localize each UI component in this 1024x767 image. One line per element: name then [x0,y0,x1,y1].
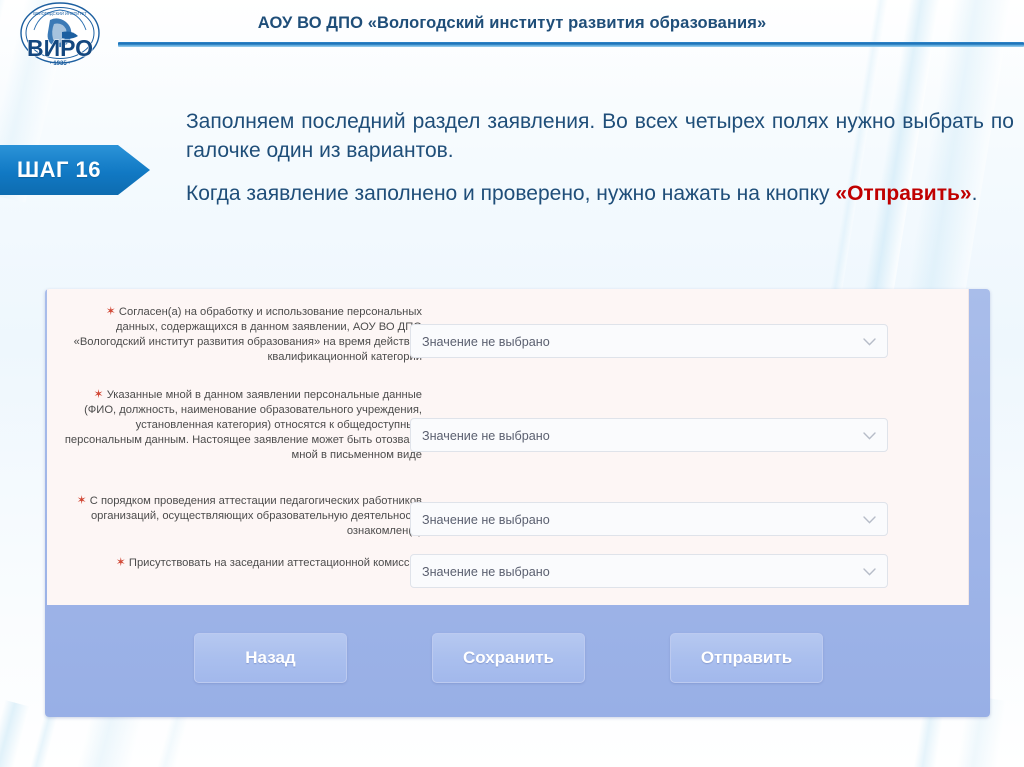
step-badge-label: ШАГ 16 [16,157,102,182]
form-label: ✶ Присутствовать на заседании аттестацио… [62,556,422,571]
back-button[interactable]: Назад [194,633,347,683]
form-action-bar: Назад Сохранить Отправить [47,605,968,717]
chevron-down-icon [863,432,876,440]
application-screenshot: ✶ Согласен(а) на обработку и использован… [45,289,990,717]
select-consent-personal-data[interactable]: Значение не выбрано [410,324,888,358]
page-title: АОУ ВО ДПО «Вологодский институт развити… [257,14,767,32]
select-value: Значение не выбрано [422,429,550,443]
submit-button[interactable]: Отправить [670,633,823,683]
slide-root: АОУ ВО ДПО «Вологодский институт развити… [0,0,1024,767]
chevron-down-icon [863,568,876,576]
svg-text:· 1935 ·: · 1935 · [50,61,71,67]
select-value: Значение не выбрано [422,565,550,579]
chevron-down-icon [863,516,876,524]
form-label-text: Указанные мной в данном заявлении персон… [64,389,422,461]
form-row: ✶ Присутствовать на заседании аттестацио… [47,554,968,602]
intro-paragraph-2-prefix: Когда заявление заполнено и проверено, н… [186,181,836,205]
submit-button-mention: «Отправить» [835,181,972,205]
form-row: ✶ Согласен(а) на обработку и использован… [47,297,968,383]
intro-paragraph-1: Заполняем последний раздел заявления. Во… [186,110,1014,162]
svg-text:ВИРО: ВИРО [27,35,93,61]
required-asterisk-icon: ✶ [93,387,104,401]
intro-paragraph-2: Когда заявление заполнено и проверено, н… [186,180,1014,209]
form-label: ✶ Согласен(а) на обработку и использован… [62,305,422,365]
form-label-text: С порядком проведения аттестации педагог… [89,495,422,537]
form-label-text: Присутствовать на заседании аттестационн… [128,557,422,569]
required-asterisk-icon: ✶ [76,493,87,507]
select-public-personal-data[interactable]: Значение не выбрано [410,418,888,452]
select-value: Значение не выбрано [422,513,550,527]
form-label: ✶ Указанные мной в данном заявлении перс… [62,388,422,463]
chevron-down-icon [863,338,876,346]
form-row: ✶ С порядком проведения аттестации педаг… [47,492,968,548]
intro-text-block: Заполняем последний раздел заявления. Во… [186,108,1014,209]
step-badge: ШАГ 16 [0,145,150,195]
required-asterisk-icon: ✶ [105,304,116,318]
svg-text:ВОЛОГОДСКИЙ ИНСТИТУТ: ВОЛОГОДСКИЙ ИНСТИТУТ [33,11,87,16]
viro-logo-icon: ВОЛОГОДСКИЙ ИНСТИТУТ ВИРО · 1935 · [6,2,114,68]
form-row: ✶ Указанные мной в данном заявлении перс… [47,386,968,484]
select-value: Значение не выбрано [422,335,550,349]
header-divider [118,42,1024,47]
form-label-text: Согласен(а) на обработку и использование… [73,306,422,363]
save-button[interactable]: Сохранить [432,633,585,683]
slide-header: АОУ ВО ДПО «Вологодский институт развити… [0,0,1024,47]
form-label: ✶ С порядком проведения аттестации педаг… [62,494,422,539]
intro-paragraph-2-suffix: . [971,181,978,205]
select-attestation-procedure[interactable]: Значение не выбрано [410,502,888,536]
required-asterisk-icon: ✶ [115,555,126,569]
consent-form-panel: ✶ Согласен(а) на обработку и использован… [47,289,969,605]
select-attend-commission[interactable]: Значение не выбрано [410,554,888,588]
